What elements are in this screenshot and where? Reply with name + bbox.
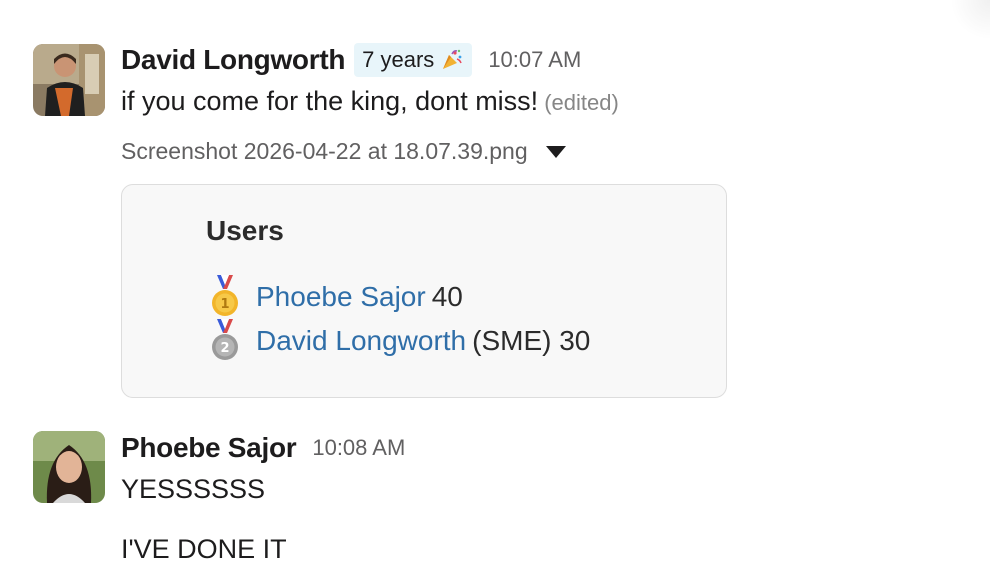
avatar[interactable]	[33, 44, 105, 116]
avatar-david-image	[33, 44, 105, 116]
svg-text:1: 1	[220, 297, 229, 312]
party-popper-icon	[440, 48, 464, 72]
image-attachment[interactable]: Users 1 Phoebe Sajor 40 2 David Longwort…	[121, 184, 727, 398]
tenure-badge: 7 years	[354, 43, 473, 77]
author-name[interactable]: Phoebe Sajor	[121, 432, 297, 464]
message-timestamp[interactable]: 10:07 AM	[488, 47, 581, 73]
avatar[interactable]	[33, 431, 105, 503]
message-header: David Longworth 7 years 10:07 AM	[121, 42, 581, 78]
leader-name-link: Phoebe Sajor	[256, 281, 426, 312]
silver-medal-icon: 2	[208, 319, 242, 363]
chevron-down-icon[interactable]	[545, 145, 566, 158]
edited-label: (edited)	[544, 90, 619, 115]
attachment-title: Users	[206, 215, 284, 246]
leader-name-link: David Longworth	[256, 325, 467, 356]
leaderboard-row: 2 David Longworth (SME) 30	[208, 319, 590, 363]
window-corner-shadow	[950, 0, 990, 40]
message-text: YESSSSSS	[121, 474, 266, 504]
author-name[interactable]: David Longworth	[121, 44, 345, 76]
file-header: Screenshot 2026-04-22 at 18.07.39.png	[121, 138, 566, 165]
gold-medal-icon: 1	[208, 275, 242, 319]
svg-text:2: 2	[220, 341, 229, 356]
file-name[interactable]: Screenshot 2026-04-22 at 18.07.39.png	[121, 138, 528, 165]
tenure-badge-label: 7 years	[362, 47, 435, 72]
message-header: Phoebe Sajor 10:08 AM	[121, 430, 405, 466]
leader-score: (SME) 30	[472, 325, 591, 356]
message-body: if you come for the king, dont miss!	[121, 86, 539, 116]
avatar-phoebe-image	[33, 431, 105, 503]
message-text: if you come for the king, dont miss! (edi…	[121, 86, 619, 117]
message-timestamp[interactable]: 10:08 AM	[312, 435, 405, 461]
leaderboard-row: 1 Phoebe Sajor 40	[208, 275, 463, 319]
message-text: I'VE DONE IT	[121, 534, 287, 564]
leader-score: 40	[431, 281, 463, 312]
